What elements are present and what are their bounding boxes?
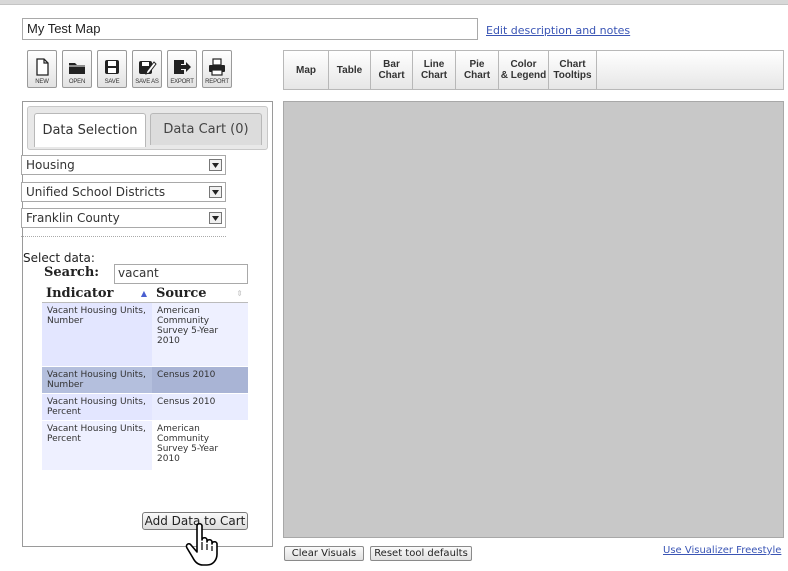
indicator-cell: Vacant Housing Units, Number bbox=[42, 366, 152, 394]
save-button[interactable]: SAVE bbox=[97, 50, 127, 88]
panel-tabs-bar: Data Selection Data Cart (0) bbox=[27, 106, 268, 150]
table-row[interactable]: Vacant Housing Units, Percent Census 201… bbox=[42, 393, 248, 421]
table-row-selected[interactable]: Vacant Housing Units, Number Census 2010 bbox=[42, 366, 248, 394]
source-cell: American Community Survey 5-Year 2010 bbox=[152, 420, 248, 471]
chevron-down-icon bbox=[209, 186, 222, 198]
indicator-header-label: Indicator bbox=[46, 285, 114, 301]
geography-select[interactable]: Unified School Districts bbox=[21, 182, 226, 202]
save-label: SAVE bbox=[104, 79, 120, 85]
indicator-cell: Vacant Housing Units, Number bbox=[42, 302, 152, 367]
divider bbox=[21, 236, 226, 237]
visualization-tabs: Map Table Bar Chart Line Chart Pie Chart… bbox=[283, 50, 784, 90]
export-button[interactable]: EXPORT bbox=[167, 50, 197, 88]
tab-bar-chart[interactable]: Bar Chart bbox=[371, 51, 413, 89]
new-button[interactable]: NEW bbox=[27, 50, 57, 88]
new-label: NEW bbox=[35, 79, 49, 85]
sort-both-icon: ⇕ bbox=[236, 288, 243, 298]
tab-map[interactable]: Map bbox=[284, 51, 329, 89]
chevron-down-icon bbox=[209, 159, 222, 171]
tab-line-chart[interactable]: Line Chart bbox=[413, 51, 456, 89]
hand-cursor-icon bbox=[185, 522, 218, 566]
export-icon bbox=[174, 60, 191, 74]
save-as-button[interactable]: SAVE AS bbox=[132, 50, 162, 88]
clear-visuals-button[interactable]: Clear Visuals bbox=[284, 546, 364, 561]
edit-description-link[interactable]: Edit description and notes bbox=[486, 24, 630, 37]
source-cell: American Community Survey 5-Year 2010 bbox=[152, 302, 248, 367]
geography-select-value: Unified School Districts bbox=[26, 185, 166, 199]
search-label: Search: bbox=[44, 265, 100, 280]
source-cell: Census 2010 bbox=[152, 393, 248, 421]
chevron-down-icon bbox=[209, 212, 222, 224]
export-label: EXPORT bbox=[170, 79, 194, 85]
indicator-cell: Vacant Housing Units, Percent bbox=[42, 393, 152, 421]
save-as-icon bbox=[139, 61, 157, 75]
source-header-label: Source bbox=[156, 285, 207, 301]
open-button[interactable]: OPEN bbox=[62, 50, 92, 88]
table-row[interactable]: Vacant Housing Units, Number American Co… bbox=[42, 302, 248, 367]
report-label: REPORT bbox=[205, 79, 229, 85]
reset-tool-defaults-button[interactable]: Reset tool defaults bbox=[370, 546, 472, 561]
indicator-table: Indicator ▲ Source ⇕ Vacant Housing Unit… bbox=[42, 285, 248, 471]
tab-table[interactable]: Table bbox=[329, 51, 371, 89]
tab-data-selection[interactable]: Data Selection bbox=[34, 113, 146, 147]
visualizer-freestyle-link[interactable]: Use Visualizer Freestyle bbox=[663, 545, 781, 556]
report-button[interactable]: REPORT bbox=[202, 50, 232, 88]
map-title-input[interactable]: My Test Map bbox=[22, 18, 478, 40]
open-label: OPEN bbox=[68, 79, 86, 85]
column-header-indicator[interactable]: Indicator ▲ bbox=[42, 285, 152, 303]
tab-chart-tooltips[interactable]: Chart Tooltips bbox=[549, 51, 597, 89]
column-header-source[interactable]: Source ⇕ bbox=[152, 285, 248, 303]
tab-color-legend[interactable]: Color & Legend bbox=[499, 51, 549, 89]
visualization-canvas[interactable] bbox=[283, 101, 784, 538]
save-as-label: SAVE AS bbox=[135, 79, 159, 85]
file-toolbar: NEW OPEN SAVE SAVE AS EXPORT REPORT bbox=[22, 50, 268, 90]
tab-data-cart[interactable]: Data Cart (0) bbox=[150, 113, 262, 145]
topic-select-value: Housing bbox=[26, 158, 75, 172]
open-folder-icon bbox=[69, 63, 85, 74]
printer-icon bbox=[209, 58, 225, 76]
select-data-label: Select data: bbox=[23, 251, 95, 265]
region-select[interactable]: Franklin County bbox=[21, 208, 226, 228]
region-select-value: Franklin County bbox=[26, 211, 120, 225]
source-cell: Census 2010 bbox=[152, 366, 248, 394]
indicator-cell: Vacant Housing Units, Percent bbox=[42, 420, 152, 471]
table-row[interactable]: Vacant Housing Units, Percent American C… bbox=[42, 420, 248, 471]
save-icon bbox=[105, 60, 119, 74]
topic-select[interactable]: Housing bbox=[21, 155, 226, 175]
new-file-icon bbox=[36, 58, 49, 76]
search-input[interactable]: vacant bbox=[114, 264, 248, 284]
top-border bbox=[0, 0, 788, 5]
sort-asc-icon: ▲ bbox=[140, 288, 147, 298]
tab-pie-chart[interactable]: Pie Chart bbox=[456, 51, 499, 89]
